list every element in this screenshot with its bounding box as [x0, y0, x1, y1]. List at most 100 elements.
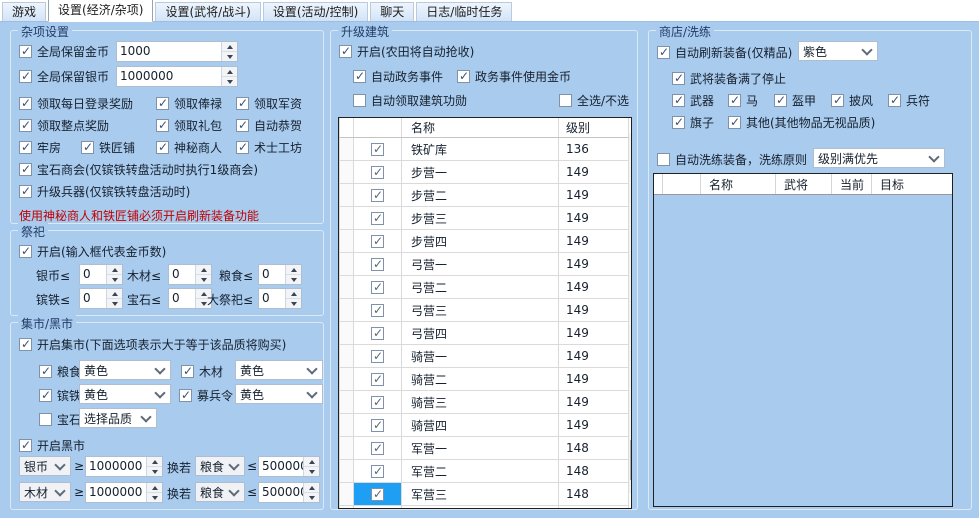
row-checkbox[interactable] — [371, 303, 384, 317]
table-row[interactable]: 弓营二 149 — [339, 275, 629, 299]
spin-down-icon[interactable] — [304, 493, 319, 502]
wood-quality-checkbox[interactable]: 木材 — [181, 363, 223, 380]
cloak-checkbox[interactable]: 披风 — [831, 92, 873, 109]
daily-login-checkbox[interactable]: 领取每日登录奖励 — [19, 95, 133, 112]
black-target-select[interactable]: 粮食 — [195, 482, 245, 502]
gem-quality-checkbox[interactable]: 宝石 — [39, 411, 81, 428]
row-checkbox[interactable] — [371, 464, 384, 478]
tab-settings-economy[interactable]: 设置(经济/杂项) — [48, 0, 154, 22]
tab-game[interactable]: 游戏 — [2, 2, 47, 21]
spin-up-icon[interactable] — [222, 42, 237, 52]
gov-gold-checkbox[interactable]: 政务事件使用金币 — [457, 68, 571, 85]
checkbox[interactable] — [19, 244, 32, 258]
row-checkbox[interactable] — [371, 395, 384, 409]
keep-silver-checkbox[interactable]: 全局保留银币 — [19, 68, 109, 85]
checkbox[interactable] — [19, 118, 32, 132]
keep-gold-checkbox[interactable]: 全局保留金币 — [19, 43, 109, 60]
black-market-enable-checkbox[interactable]: 开启黑市 — [19, 437, 85, 454]
checkbox[interactable] — [236, 96, 249, 110]
food-quality-checkbox[interactable]: 粮食 — [39, 363, 81, 380]
checkbox[interactable] — [39, 413, 52, 426]
black-target-select[interactable]: 粮食 — [195, 456, 245, 476]
blacksmith-checkbox[interactable]: 铁匠铺 — [81, 139, 135, 156]
checkbox[interactable] — [339, 44, 352, 58]
row-checkbox[interactable] — [371, 142, 384, 156]
refresh-quality-select[interactable]: 紫色 — [798, 41, 878, 61]
checkbox[interactable] — [774, 93, 787, 107]
column-header-general[interactable]: 武将 — [776, 174, 832, 194]
row-checkbox[interactable] — [371, 349, 384, 363]
checkbox[interactable] — [19, 337, 32, 351]
checkbox[interactable] — [672, 93, 685, 107]
select-all-checkbox[interactable]: 全选/不选 — [559, 92, 629, 109]
iron-limit-input[interactable]: 0 — [79, 288, 123, 309]
upgrade-weapon-checkbox[interactable]: 升级兵器(仅镔铁转盘活动时) — [19, 183, 190, 200]
recruit-quality-select[interactable]: 黄色 — [235, 384, 323, 404]
salary-checkbox[interactable]: 领取俸禄 — [156, 95, 222, 112]
black-source-select[interactable]: 木材 — [19, 482, 71, 502]
gem-quality-select[interactable]: 选择品质 — [79, 408, 157, 428]
grand-sacrifice-input[interactable]: 0 — [258, 288, 302, 309]
auto-gov-checkbox[interactable]: 自动政务事件 — [353, 68, 443, 85]
checkbox[interactable] — [831, 93, 844, 107]
building-enable-checkbox[interactable]: 开启(农田将自动抢收) — [339, 43, 474, 60]
checkbox[interactable] — [156, 118, 169, 132]
gem-limit-input[interactable]: 0 — [168, 288, 212, 309]
horse-checkbox[interactable]: 马 — [728, 92, 758, 109]
spin-down-icon[interactable] — [147, 493, 162, 502]
tally-checkbox[interactable]: 兵符 — [888, 92, 930, 109]
warlock-workshop-checkbox[interactable]: 术士工坊 — [236, 139, 302, 156]
spin-up-icon[interactable] — [286, 289, 301, 299]
auto-merit-checkbox[interactable]: 自动领取建筑功勋 — [353, 92, 467, 109]
spin-up-icon[interactable] — [196, 265, 211, 275]
auto-congrats-checkbox[interactable]: 自动恭贺 — [236, 117, 302, 134]
checkbox[interactable] — [179, 388, 192, 402]
row-checkbox[interactable] — [371, 257, 384, 271]
checkbox[interactable] — [559, 94, 572, 107]
spin-up-icon[interactable] — [286, 265, 301, 275]
spin-down-icon[interactable] — [222, 77, 237, 86]
scrollbar-thumb[interactable] — [630, 440, 631, 480]
column-header-name[interactable]: 名称 — [701, 174, 776, 194]
checkbox[interactable] — [19, 96, 32, 110]
black-amount-input[interactable]: 1000000 — [85, 482, 163, 503]
prison-checkbox[interactable]: 牢房 — [19, 139, 61, 156]
spin-down-icon[interactable] — [222, 52, 237, 61]
table-row[interactable]: 骑营二 149 — [339, 367, 629, 391]
checkbox[interactable] — [39, 364, 52, 378]
spin-down-icon[interactable] — [147, 467, 162, 476]
iron-quality-select[interactable]: 黄色 — [79, 384, 171, 404]
checkbox[interactable] — [181, 364, 194, 378]
table-row[interactable]: 步营四 149 — [339, 229, 629, 253]
black-source-select[interactable]: 银币 — [19, 456, 71, 476]
keep-gold-input[interactable]: 1000 — [116, 41, 238, 62]
row-checkbox[interactable] — [371, 487, 384, 501]
spin-up-icon[interactable] — [147, 457, 162, 467]
checkbox[interactable] — [81, 140, 94, 154]
army-pay-checkbox[interactable]: 领取军资 — [236, 95, 302, 112]
checkbox[interactable] — [19, 162, 32, 176]
spin-down-icon[interactable] — [286, 275, 301, 284]
table-row[interactable]: 骑营三 149 — [339, 390, 629, 414]
spin-up-icon[interactable] — [107, 289, 122, 299]
row-checkbox[interactable] — [371, 418, 384, 432]
checkbox[interactable] — [19, 140, 32, 154]
column-header-target[interactable]: 目标 — [872, 174, 952, 194]
row-checkbox[interactable] — [371, 441, 384, 455]
row-checkbox[interactable] — [371, 280, 384, 294]
spin-up-icon[interactable] — [222, 67, 237, 77]
spin-down-icon[interactable] — [286, 299, 301, 308]
scroll-down-icon[interactable] — [629, 493, 631, 508]
table-row[interactable]: 铁矿库 136 — [339, 137, 629, 161]
sacrifice-enable-checkbox[interactable]: 开启(输入框代表金币数) — [19, 243, 166, 260]
food-limit-input[interactable]: 0 — [258, 264, 302, 285]
other-items-checkbox[interactable]: 其他(其他物品无视品质) — [728, 114, 875, 131]
recruit-quality-checkbox[interactable]: 募兵令 — [179, 387, 233, 404]
selected-cell[interactable] — [353, 482, 402, 506]
tab-settings-activity[interactable]: 设置(活动/控制) — [262, 2, 369, 21]
auto-refresh-gear-checkbox[interactable]: 自动刷新装备(仅精品) — [657, 44, 792, 61]
spin-down-icon[interactable] — [107, 299, 122, 308]
row-checkbox[interactable] — [371, 165, 384, 179]
row-checkbox[interactable] — [371, 188, 384, 202]
mystery-merchant-checkbox[interactable]: 神秘商人 — [156, 139, 222, 156]
